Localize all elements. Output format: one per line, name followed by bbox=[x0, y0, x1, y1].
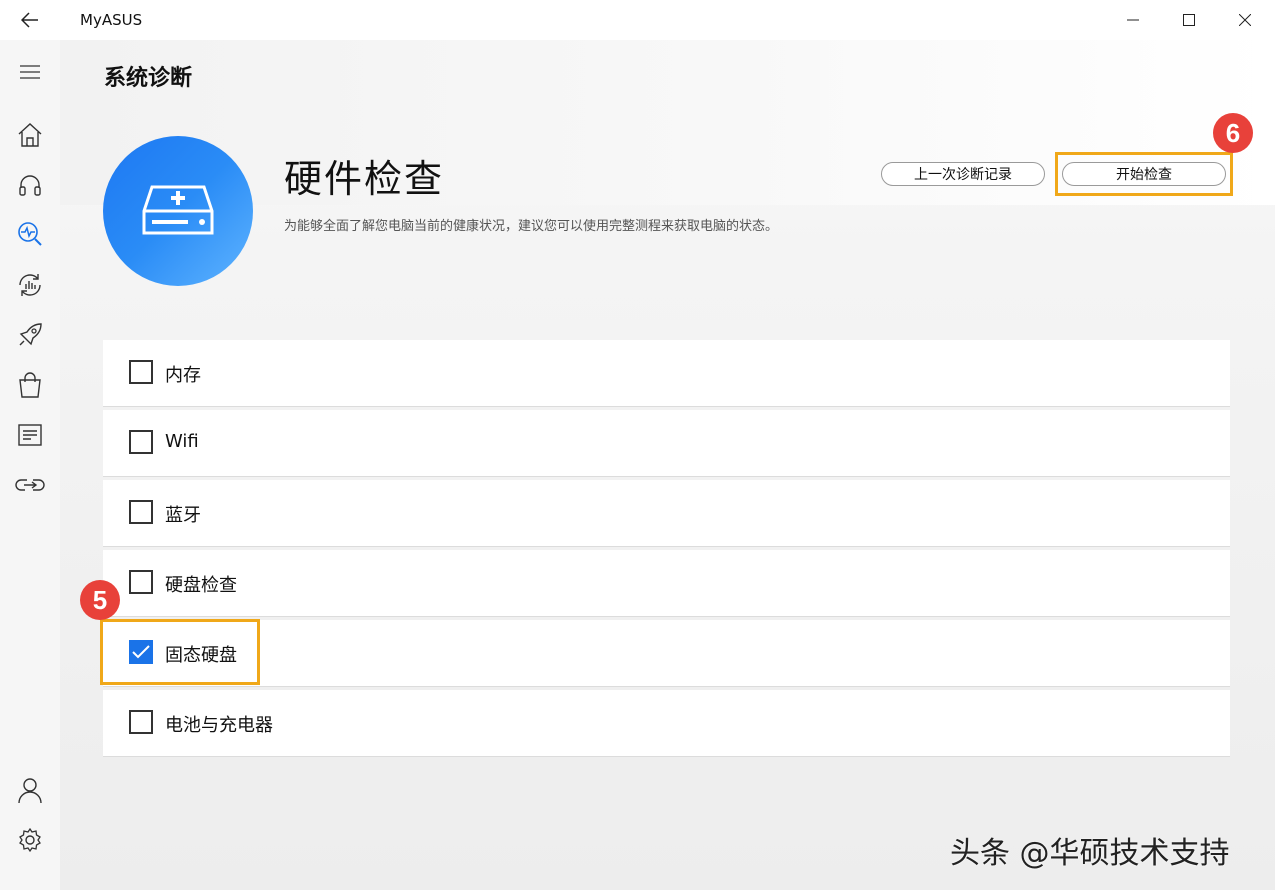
sidebar-item-boost[interactable] bbox=[12, 317, 48, 353]
app-title: MyASUS bbox=[80, 11, 143, 29]
sidebar-item-support[interactable] bbox=[12, 167, 48, 203]
last-record-button[interactable]: 上一次诊断记录 bbox=[881, 162, 1045, 186]
diagnosis-icon bbox=[18, 222, 42, 246]
watermark: 头条 @华硕技术支持 bbox=[950, 836, 1230, 871]
link-icon bbox=[15, 479, 45, 491]
section-description: 为能够全面了解您电脑当前的健康状况，建议您可以使用完整测程来获取电脑的状态。 bbox=[284, 219, 779, 234]
list-item: 电池与充电器 bbox=[103, 690, 1230, 756]
sidebar-item-system[interactable] bbox=[12, 267, 48, 303]
sidebar-item-news[interactable] bbox=[12, 417, 48, 453]
headset-icon bbox=[19, 175, 41, 196]
list-item: 蓝牙 bbox=[103, 480, 1230, 546]
bluetooth-checkbox[interactable] bbox=[129, 500, 153, 524]
rocket-icon bbox=[19, 323, 42, 346]
minimize-icon bbox=[1127, 19, 1139, 21]
close-button[interactable] bbox=[1222, 4, 1268, 36]
sidebar-item-settings[interactable] bbox=[12, 822, 48, 858]
sidebar-item-store[interactable] bbox=[12, 367, 48, 403]
check-label: 蓝牙 bbox=[165, 505, 201, 526]
check-label: 电池与充电器 bbox=[165, 715, 273, 736]
wifi-checkbox[interactable] bbox=[129, 430, 153, 454]
maximize-icon bbox=[1183, 14, 1195, 26]
arrow-left-icon bbox=[21, 12, 38, 28]
close-icon bbox=[1239, 14, 1251, 26]
shopping-bag-icon bbox=[19, 372, 41, 398]
battery-charger-checkbox[interactable] bbox=[129, 710, 153, 734]
sidebar-item-link[interactable] bbox=[12, 467, 48, 503]
back-button[interactable] bbox=[14, 6, 46, 34]
sidebar-item-account[interactable] bbox=[12, 772, 48, 808]
system-refresh-icon bbox=[19, 274, 41, 296]
ssd-highlight bbox=[100, 619, 260, 685]
menu-button[interactable] bbox=[12, 54, 48, 90]
section-title: 硬件检查 bbox=[284, 157, 445, 201]
list-item: Wifi bbox=[103, 410, 1230, 476]
title-bar: MyASUS bbox=[0, 0, 1275, 40]
check-label: 硬盘检查 bbox=[165, 575, 237, 596]
hardware-hero-image bbox=[103, 136, 253, 286]
maximize-button[interactable] bbox=[1166, 4, 1212, 36]
step-badge-6: 6 bbox=[1213, 113, 1253, 153]
hard-drive-icon bbox=[142, 185, 214, 235]
memory-checkbox[interactable] bbox=[129, 360, 153, 384]
list-item: 内存 bbox=[103, 340, 1230, 406]
settings-gear-icon bbox=[19, 827, 41, 853]
minimize-button[interactable] bbox=[1110, 4, 1156, 36]
hardware-check-list: 内存 Wifi 蓝牙 硬盘检查 固态硬盘 电池与充电器 bbox=[103, 340, 1230, 760]
article-icon bbox=[18, 424, 42, 446]
step-badge-5: 5 bbox=[80, 580, 120, 620]
sidebar-item-diagnosis[interactable] bbox=[12, 216, 48, 252]
home-icon bbox=[18, 123, 42, 147]
check-label: Wifi bbox=[165, 431, 199, 452]
menu-icon bbox=[20, 65, 40, 79]
sidebar-item-home[interactable] bbox=[12, 117, 48, 153]
list-item: 硬盘检查 bbox=[103, 550, 1230, 616]
user-icon bbox=[18, 778, 42, 804]
page-title: 系统诊断 bbox=[104, 66, 193, 91]
hard-disk-checkbox[interactable] bbox=[129, 570, 153, 594]
list-item: 固态硬盘 bbox=[103, 620, 1230, 686]
check-label: 内存 bbox=[165, 365, 201, 386]
sidebar bbox=[0, 40, 60, 890]
start-check-highlight bbox=[1055, 152, 1233, 196]
